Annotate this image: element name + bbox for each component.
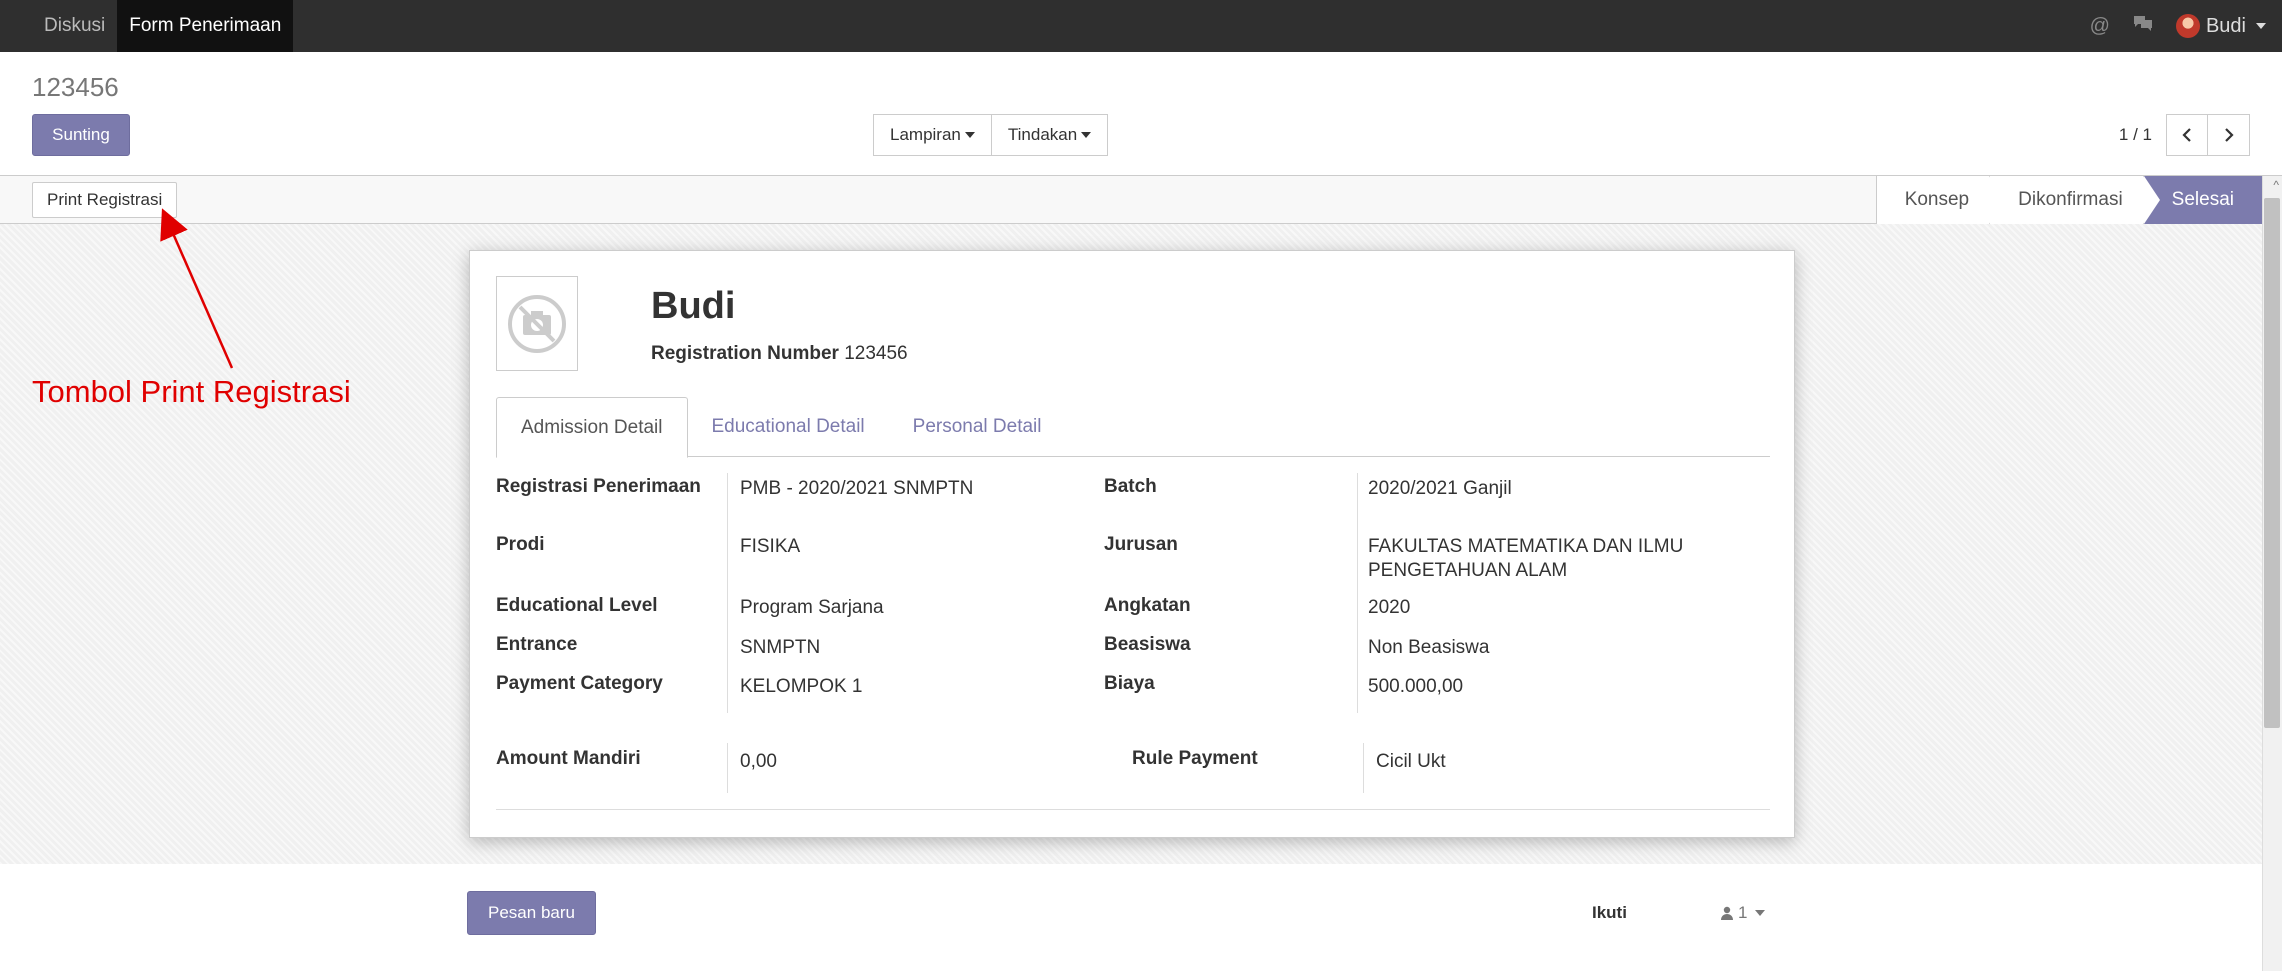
field-label-registrasi: Registrasi Penerimaan [496,476,701,497]
user-avatar-icon [2175,14,2200,38]
field-value-educational-level: Program Sarjana [740,597,884,618]
follow-button[interactable]: Ikuti [1592,903,1627,923]
field-label-prodi: Prodi [496,534,545,555]
field-label-educational-level: Educational Level [496,595,658,616]
field-label-biaya: Biaya [1104,673,1155,694]
attachment-dropdown[interactable]: Lampiran [873,114,992,156]
field-value-rule-payment: Cicil Ukt [1376,751,1446,772]
annotation-label: Tombol Print Registrasi [32,374,351,409]
field-value-biaya: 500.000,00 [1368,676,1464,697]
edit-button[interactable]: Sunting [32,114,130,156]
user-menu[interactable]: Budi [2175,14,2266,38]
top-menu: Diskusi Form Penerimaan [32,0,294,52]
chevron-down-icon [964,132,975,138]
notebook-tabs: Admission Detail Educational Detail Pers… [496,397,1770,458]
chevron-right-icon [2224,128,2234,142]
field-label-angkatan: Angkatan [1104,595,1191,616]
top-navbar: Diskusi Form Penerimaan @ Budi [0,0,2282,52]
chevron-down-icon [1755,910,1766,916]
chevron-up-icon[interactable]: ^ [2273,178,2279,192]
chevron-down-icon [2256,23,2266,29]
field-label-rule-payment: Rule Payment [1132,748,1258,769]
action-label: Tindakan [1007,125,1078,144]
registration-number: Registration Number 123456 [651,343,908,365]
field-value-amount-mandiri: 0,00 [740,751,777,772]
registration-number-value: 123456 [844,343,908,364]
field-label-beasiswa: Beasiswa [1104,634,1191,655]
student-name: Budi [651,285,736,327]
stage-pipeline: Konsep Dikonfirmasi Selesai [1875,176,2262,224]
pager-arrows [2166,114,2250,156]
pager: 1 / 1 [2119,114,2250,156]
followers-count: 1 [1738,903,1748,922]
field-label-entrance: Entrance [496,634,578,655]
form-sheet: Budi Registration Number 123456 Admissio… [469,250,1795,838]
column-divider [727,473,728,713]
registration-number-label: Registration Number [651,343,839,364]
field-value-prodi: FISIKA [740,536,801,557]
attachment-label: Lampiran [890,125,961,144]
sheet-separator [496,809,1770,810]
field-label-payment-category: Payment Category [496,673,663,694]
menu-item-form-penerimaan[interactable]: Form Penerimaan [117,0,294,52]
top-right-tools: @ Budi [2090,0,2266,52]
tab-personal-detail[interactable]: Personal Detail [889,397,1066,457]
status-bar: Print Registrasi Konsep Dikonfirmasi Sel… [0,176,2262,224]
stage-dikonfirmasi[interactable]: Dikonfirmasi [1989,176,2159,224]
scrollbar[interactable]: ^ [2262,176,2282,971]
field-value-jurusan: FAKULTAS MATEMATIKA DAN ILMU PENGETAHUAN… [1368,536,1684,581]
new-message-button[interactable]: Pesan baru [467,891,596,935]
field-label-jurusan: Jurusan [1104,534,1178,555]
action-dropdown[interactable]: Tindakan [991,114,1109,156]
field-label-amount-mandiri: Amount Mandiri [496,748,641,769]
pager-previous-button[interactable] [2166,114,2208,156]
at-icon[interactable]: @ [2090,15,2110,38]
pager-next-button[interactable] [2208,114,2250,156]
pager-value[interactable]: 1 / 1 [2119,125,2152,145]
sidebar-buttons: Lampiran Tindakan [873,114,1109,156]
field-value-entrance: SNMPTN [740,637,821,658]
breadcrumb: 123456 [32,72,119,102]
chevron-left-icon [2182,128,2191,142]
camera-off-icon [508,294,566,353]
field-value-angkatan: 2020 [1368,597,1411,618]
field-value-batch: 2020/2021 Ganjil [1368,478,1512,499]
user-name: Budi [2205,14,2246,37]
chat-icon[interactable] [2132,14,2154,38]
stage-konsep[interactable]: Konsep [1875,176,2006,224]
print-registration-button[interactable]: Print Registrasi [32,182,178,218]
field-value-beasiswa: Non Beasiswa [1368,637,1490,658]
stage-selesai[interactable]: Selesai [2142,176,2262,224]
scrollbar-thumb[interactable] [2264,198,2280,728]
tab-admission-detail[interactable]: Admission Detail [496,397,688,458]
chevron-down-icon [1081,132,1092,138]
photo-placeholder[interactable] [496,276,578,371]
column-divider [727,743,728,793]
followers-dropdown[interactable]: 1 [1720,903,1766,923]
field-label-batch: Batch [1104,476,1157,497]
field-value-registrasi: PMB - 2020/2021 SNMPTN [740,478,974,499]
column-divider [1363,743,1364,793]
menu-item-diskusi[interactable]: Diskusi [32,0,117,52]
user-icon [1721,906,1733,920]
tab-educational-detail[interactable]: Educational Detail [688,397,889,457]
field-value-payment-category: KELOMPOK 1 [740,676,863,697]
column-divider [1357,473,1358,713]
control-panel: 123456 Sunting Lampiran Tindakan 1 / 1 [0,52,2282,176]
